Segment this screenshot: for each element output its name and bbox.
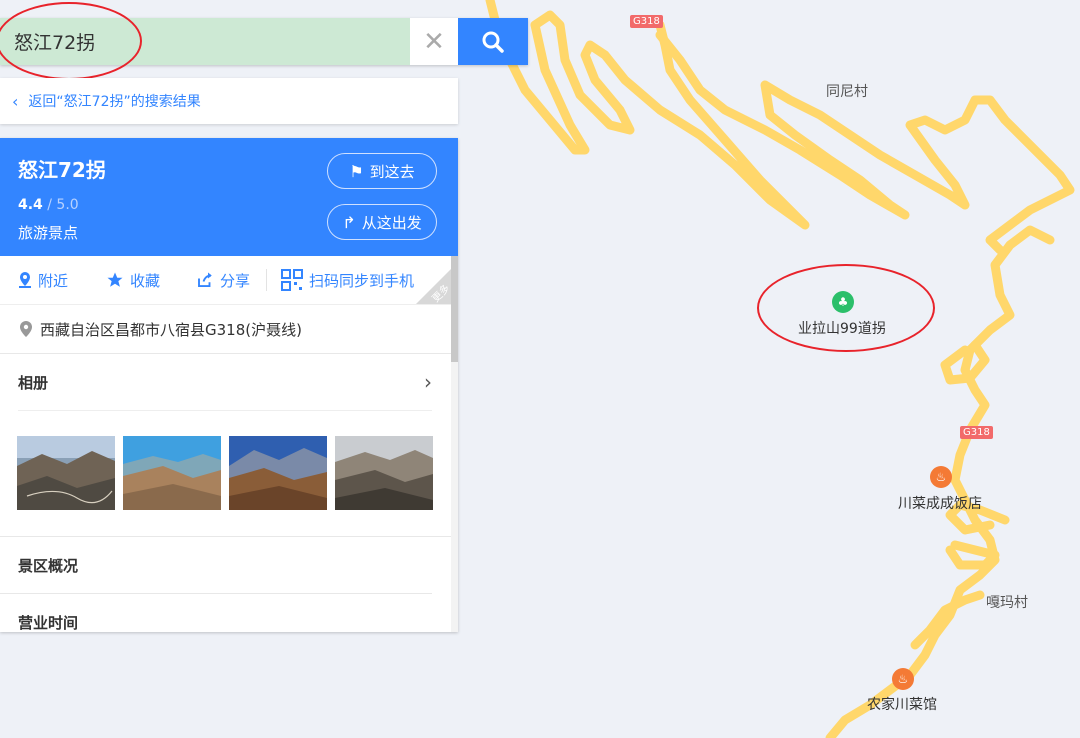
- album-title: 相册: [18, 373, 49, 392]
- action-bar: 附近 收藏 分享 扫码同步到手机 更多: [0, 256, 458, 305]
- chevron-right-icon[interactable]: ›: [424, 370, 432, 394]
- go-here-button[interactable]: ⚑ 到这去: [327, 153, 437, 189]
- chevron-left-icon: ‹: [12, 91, 19, 111]
- place-header: 怒江72拐 4.4 / 5.0 旅游景点 ⚑ 到这去 ↱ 从这出发: [0, 138, 458, 256]
- start-from-here-label: 从这出发: [361, 213, 422, 232]
- scrollbar-thumb[interactable]: [451, 256, 458, 362]
- album-photo[interactable]: [335, 436, 433, 510]
- album-header[interactable]: 相册 ›: [18, 354, 432, 411]
- map-label-restaurant-chengcheng[interactable]: 川菜成成饭店: [898, 493, 982, 513]
- photo-strip: [0, 411, 458, 537]
- hours-title: 营业时间: [18, 613, 79, 632]
- go-here-label: 到这去: [369, 162, 415, 181]
- album-photo[interactable]: [17, 436, 115, 510]
- rating-score: 4.4: [18, 197, 43, 213]
- search-icon: [482, 31, 504, 53]
- restaurant-icon[interactable]: ♨: [892, 668, 914, 690]
- location-pin-icon: [19, 272, 31, 288]
- share-button[interactable]: 分享: [196, 270, 250, 291]
- back-link-label: 返回“怒江72拐”的搜索结果: [28, 94, 201, 110]
- search-button[interactable]: [458, 18, 528, 65]
- action-divider: [266, 269, 268, 291]
- search-input[interactable]: [0, 18, 410, 65]
- address-text: 西藏自治区昌都市八宿县G318(沪聂线): [40, 320, 302, 339]
- place-category: 旅游景点: [18, 224, 79, 242]
- road-shield-g318: G318: [960, 426, 993, 439]
- overview-title: 景区概况: [18, 556, 79, 575]
- search-bar: ✕: [0, 18, 528, 65]
- place-rating: 4.4 / 5.0: [18, 197, 79, 213]
- album-photo[interactable]: [229, 436, 327, 510]
- sync-to-phone-label: 扫码同步到手机: [309, 271, 415, 290]
- map-label-yela-99-bends[interactable]: 业拉山99道拐: [798, 318, 886, 338]
- sync-to-phone-button[interactable]: 扫码同步到手机: [281, 269, 414, 291]
- panel-scrollbar[interactable]: [451, 256, 458, 632]
- address-row: 西藏自治区昌都市八宿县G318(沪聂线): [0, 305, 458, 354]
- place-detail-panel: 怒江72拐 4.4 / 5.0 旅游景点 ⚑ 到这去 ↱ 从这出发 附近 收藏 …: [0, 138, 458, 632]
- nearby-label: 附近: [38, 271, 69, 290]
- share-label: 分享: [220, 271, 251, 290]
- route-to-icon: ⚑: [349, 161, 364, 181]
- close-icon[interactable]: ✕: [410, 18, 458, 65]
- album-photo[interactable]: [123, 436, 221, 510]
- map-label-gama-village[interactable]: 嘎玛村: [986, 592, 1028, 612]
- favorite-label: 收藏: [130, 271, 161, 290]
- location-pin-icon: [20, 321, 32, 337]
- map-label-restaurant-nongjia[interactable]: 农家川菜馆: [867, 694, 937, 714]
- nearby-button[interactable]: 附近: [18, 270, 68, 291]
- tree-icon[interactable]: ♣: [832, 291, 854, 313]
- scenic-overview-section[interactable]: 景区概况: [0, 537, 432, 594]
- map-label-tongni-village[interactable]: 同尼村: [826, 81, 868, 101]
- restaurant-icon[interactable]: ♨: [930, 466, 952, 488]
- share-icon: [198, 272, 212, 287]
- favorite-button[interactable]: 收藏: [106, 270, 160, 291]
- rating-max: / 5.0: [42, 197, 79, 213]
- back-to-results-link[interactable]: ‹ 返回“怒江72拐”的搜索结果: [0, 78, 458, 124]
- qr-code-icon: [281, 269, 304, 291]
- start-from-here-button[interactable]: ↱ 从这出发: [327, 204, 437, 240]
- route-from-icon: ↱: [342, 212, 356, 232]
- star-icon: [107, 272, 123, 287]
- opening-hours-section[interactable]: 营业时间: [0, 594, 458, 632]
- road-shield-g318: G318: [630, 15, 663, 28]
- place-title: 怒江72拐: [18, 158, 106, 182]
